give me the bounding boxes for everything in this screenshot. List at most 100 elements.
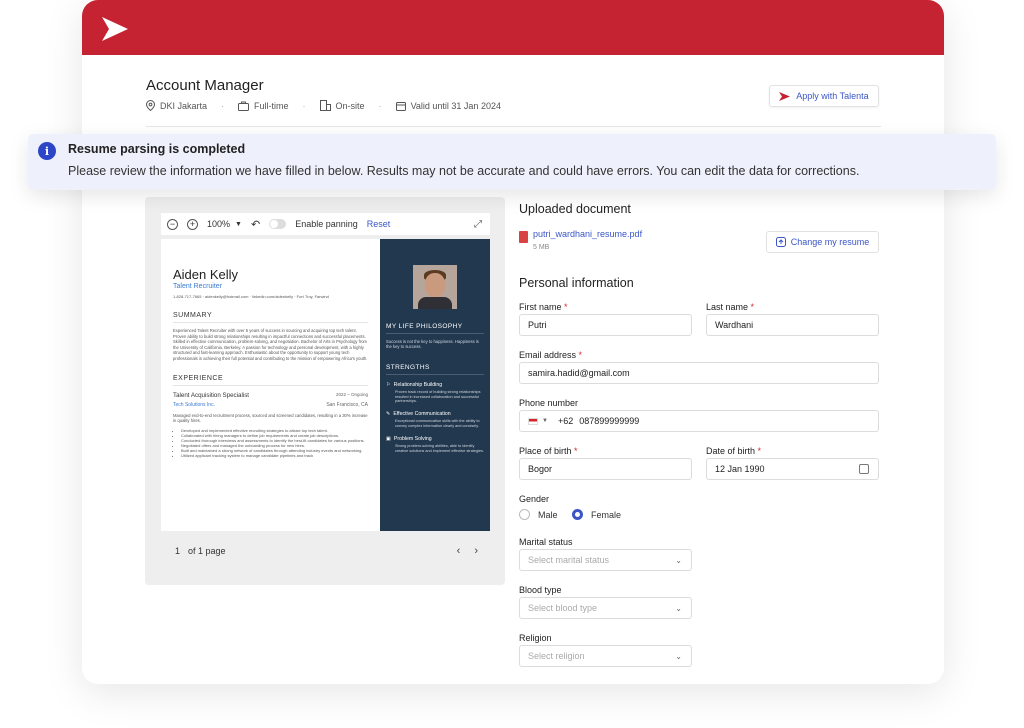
- marital-status-select[interactable]: Select marital status ⌄: [519, 549, 692, 571]
- resume-strength-text: Exceptional communication skills with th…: [395, 419, 480, 428]
- resume-job-title: Talent Acquisition Specialist: [173, 391, 250, 399]
- briefcase-icon: [238, 101, 250, 111]
- first-name-label: First name *: [519, 302, 568, 312]
- gender-label: Gender: [519, 494, 550, 504]
- file-size: 5 MB: [533, 244, 550, 251]
- chevron-down-icon: ⌄: [675, 652, 682, 661]
- talenta-logo-small-icon: [779, 91, 791, 101]
- job-validity-text: Valid until 31 Jan 2024: [410, 100, 501, 111]
- reset-button[interactable]: Reset: [367, 219, 391, 229]
- prev-page-icon[interactable]: ‹: [457, 545, 461, 557]
- resume-strength-text: Strong problem-solving abilities, able t…: [395, 443, 484, 453]
- building-icon: [319, 100, 331, 111]
- phone-country-code: +62: [557, 416, 574, 426]
- job-workplace: On-site: [319, 100, 365, 111]
- date-of-birth-label: Date of birth *: [706, 446, 762, 456]
- chevron-down-icon: ⌄: [675, 604, 682, 613]
- indonesia-flag-icon[interactable]: [528, 417, 538, 425]
- resume-contact: 1-828-717-7665 · aidenkelly@hotmail.com …: [173, 294, 329, 299]
- last-name-field[interactable]: Wardhani: [706, 314, 879, 336]
- banner-message: Please review the information we have fi…: [68, 164, 860, 178]
- email-label: Email address *: [519, 350, 583, 360]
- file-name-link[interactable]: putri_wardhani_resume.pdf: [533, 229, 642, 239]
- zoom-out-icon[interactable]: −: [167, 218, 178, 230]
- page-total: of 1 page: [188, 546, 226, 556]
- resume-viewer: − + 100% ▼ ↶ Enable panning Reset ⤢ Aide…: [145, 197, 505, 585]
- parsing-complete-banner: i Resume parsing is completed Please rev…: [28, 134, 996, 190]
- apply-with-talenta-button[interactable]: Apply with Talenta: [769, 85, 879, 107]
- resume-bullet: Utilized applicant tracking system to ma…: [181, 453, 368, 458]
- gender-female-label: Female: [591, 509, 622, 520]
- job-location-text: DKI Jakarta: [160, 100, 208, 111]
- info-icon: i: [38, 142, 56, 160]
- resume-strength-title: ✎ Effective Communication: [386, 411, 451, 418]
- resume-strength-text: Proven track record of building strong r…: [395, 389, 481, 404]
- blood-type-placeholder: Select blood type: [528, 603, 598, 613]
- resume-summary: Experienced Talent Recruiter with over 5…: [173, 328, 368, 361]
- resume-page[interactable]: Aiden Kelly Talent Recruiter 1-828-717-7…: [161, 239, 490, 531]
- religion-select[interactable]: Select religion ⌄: [519, 645, 692, 667]
- religion-label: Religion: [519, 633, 552, 643]
- gender-male-label: Male: [538, 509, 558, 520]
- expand-icon[interactable]: ⤢: [474, 219, 482, 230]
- chevron-down-icon[interactable]: ▼: [542, 418, 548, 424]
- uploaded-document-heading: Uploaded document: [519, 202, 631, 216]
- next-page-icon[interactable]: ›: [474, 545, 478, 557]
- phone-field[interactable]: ▼ +62 087899999999: [519, 410, 879, 432]
- calendar-icon: [395, 101, 406, 111]
- pdf-file-icon: [519, 231, 528, 243]
- personal-information-heading: Personal information: [519, 276, 634, 290]
- header-divider: [146, 126, 881, 127]
- zoom-in-icon[interactable]: +: [187, 218, 198, 230]
- job-workplace-text: On-site: [335, 100, 365, 111]
- email-field[interactable]: samira.hadid@gmail.com: [519, 362, 879, 384]
- calendar-icon[interactable]: [859, 464, 869, 474]
- panning-toggle[interactable]: [269, 219, 287, 229]
- resume-job-dates: 2022 – Ongoing: [335, 391, 368, 397]
- chevron-down-icon: ⌄: [675, 556, 682, 565]
- rotate-icon[interactable]: ↶: [251, 218, 260, 231]
- job-location: DKI Jakarta: [146, 100, 207, 111]
- change-resume-button[interactable]: Change my resume: [766, 231, 879, 253]
- gender-female-radio[interactable]: Female: [572, 509, 621, 520]
- resume-photo: [413, 265, 457, 309]
- first-name-field[interactable]: Putri: [519, 314, 692, 336]
- blood-type-select[interactable]: Select blood type ⌄: [519, 597, 692, 619]
- resume-strength-title: ⚐ Relationship Building: [386, 381, 443, 388]
- gender-male-radio[interactable]: Male: [519, 509, 558, 520]
- resume-company: Tech Solutions Inc.: [173, 401, 215, 408]
- resume-company-line: Tech Solutions Inc. San Francisco, CA: [173, 402, 368, 408]
- resume-role: Talent Recruiter: [173, 283, 223, 290]
- job-type-text: Full-time: [254, 100, 289, 111]
- job-validity: Valid until 31 Jan 2024: [395, 100, 501, 111]
- phone-number-value: 087899999999: [579, 416, 640, 426]
- change-resume-label: Change my resume: [790, 237, 870, 247]
- page-number-input[interactable]: 1: [175, 546, 180, 556]
- job-title: Account Manager: [146, 77, 264, 94]
- brand-header: [82, 0, 944, 55]
- resume-strength-title: ▣ Problem Solving: [386, 435, 432, 442]
- radio-checked[interactable]: [572, 509, 583, 520]
- upload-icon: [775, 237, 786, 247]
- panning-label: Enable panning: [295, 219, 358, 229]
- marital-status-placeholder: Select marital status: [528, 555, 610, 565]
- talenta-logo-icon[interactable]: [100, 15, 130, 43]
- place-of-birth-field[interactable]: Bogor: [519, 458, 692, 480]
- resume-name: Aiden Kelly: [173, 267, 239, 282]
- radio-unchecked[interactable]: [519, 509, 530, 520]
- resume-sidebar: MY LIFE PHILOSOPHY Success is not the ke…: [380, 239, 490, 531]
- phone-label: Phone number: [519, 398, 579, 408]
- job-meta: DKI Jakarta · Full-time · On-site · Vali…: [146, 100, 501, 111]
- zoom-level-select[interactable]: 100%: [207, 219, 230, 229]
- viewer-toolbar: − + 100% ▼ ↶ Enable panning Reset ⤢: [161, 213, 490, 235]
- uploaded-file: putri_wardhani_resume.pdf 5 MB: [519, 229, 642, 251]
- date-of-birth-field[interactable]: 12 Jan 1990: [706, 458, 879, 480]
- religion-placeholder: Select religion: [528, 651, 585, 661]
- resume-strengths-heading: STRENGTHS: [386, 364, 484, 375]
- apply-label: Apply with Talenta: [796, 91, 869, 101]
- chevron-down-icon[interactable]: ▼: [235, 221, 242, 228]
- resume-experience-heading: EXPERIENCE: [173, 375, 368, 386]
- resume-summary-heading: SUMMARY: [173, 312, 368, 323]
- date-of-birth-value: 12 Jan 1990: [715, 464, 765, 474]
- pin-icon: [146, 100, 155, 111]
